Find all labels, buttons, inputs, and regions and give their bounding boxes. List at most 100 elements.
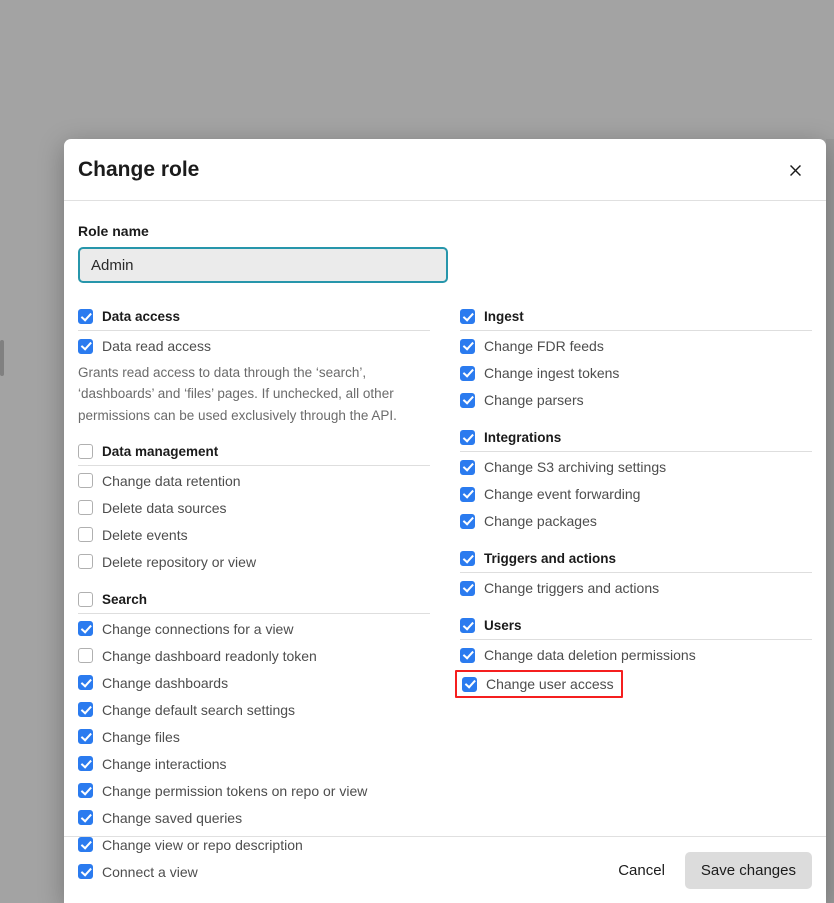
- permission-item-change-parsers[interactable]: Change parsers: [460, 388, 812, 412]
- permission-item-label: Change ingest tokens: [484, 365, 619, 381]
- permission-item-label: Change interactions: [102, 756, 227, 772]
- permission-item-change-packages[interactable]: Change packages: [460, 509, 812, 533]
- change-role-dialog: Change role Role name Data access Data re…: [64, 139, 826, 903]
- checkbox-change-user-access[interactable]: [462, 677, 477, 692]
- checkbox-change-fdr-feeds[interactable]: [460, 339, 475, 354]
- permission-item-change-data-deletion-permissions[interactable]: Change data deletion permissions: [460, 643, 812, 667]
- save-changes-button[interactable]: Save changes: [685, 852, 812, 889]
- close-icon[interactable]: [780, 155, 810, 185]
- checkbox-change-connections-for-a-view[interactable]: [78, 621, 93, 636]
- permission-item-label: Change user access: [486, 676, 614, 692]
- permission-item-change-permission-tokens-on-repo-or-view[interactable]: Change permission tokens on repo or view: [78, 779, 430, 803]
- group-header-integrations[interactable]: Integrations: [460, 430, 812, 452]
- dialog-body: Role name Data access Data read access Gra…: [64, 201, 826, 902]
- permission-item-change-fdr-feeds[interactable]: Change FDR feeds: [460, 334, 812, 358]
- group-header-triggers-and-actions[interactable]: Triggers and actions: [460, 551, 812, 573]
- checkbox-change-data-retention[interactable]: [78, 473, 93, 488]
- dialog-title: Change role: [78, 158, 199, 182]
- permission-item-label: Change triggers and actions: [484, 580, 659, 596]
- checkbox-change-triggers-and-actions[interactable]: [460, 581, 475, 596]
- checkbox-change-parsers[interactable]: [460, 393, 475, 408]
- permission-item-label: Change default search settings: [102, 702, 295, 718]
- cancel-button[interactable]: Cancel: [604, 853, 679, 888]
- permission-item-label: Change S3 archiving settings: [484, 459, 666, 475]
- checkbox-search[interactable]: [78, 592, 93, 607]
- permission-group-triggers-and-actions: Triggers and actions Change triggers and …: [460, 551, 812, 600]
- permission-item-change-dashboards[interactable]: Change dashboards: [78, 671, 430, 695]
- checkbox-change-dashboards[interactable]: [78, 675, 93, 690]
- permission-item-change-default-search-settings[interactable]: Change default search settings: [78, 698, 430, 722]
- permission-item-change-triggers-and-actions[interactable]: Change triggers and actions: [460, 576, 812, 600]
- checkbox-change-files[interactable]: [78, 729, 93, 744]
- permission-item-label: Change FDR feeds: [484, 338, 604, 354]
- group-header-label: Integrations: [484, 430, 561, 445]
- role-name-input[interactable]: [78, 247, 448, 283]
- checkbox-change-ingest-tokens[interactable]: [460, 366, 475, 381]
- permission-item-label: Change dashboard readonly token: [102, 648, 317, 664]
- permissions-right-column: Ingest Change FDR feeds Change ingest toke…: [460, 309, 812, 902]
- permission-item-change-dashboard-readonly-token[interactable]: Change dashboard readonly token: [78, 644, 430, 668]
- role-name-label: Role name: [78, 223, 812, 239]
- permission-item-change-ingest-tokens[interactable]: Change ingest tokens: [460, 361, 812, 385]
- permission-item-data-read-access[interactable]: Data read access: [78, 334, 430, 358]
- permission-item-delete-data-sources[interactable]: Delete data sources: [78, 496, 430, 520]
- group-header-data-access[interactable]: Data access: [78, 309, 430, 331]
- checkbox-change-dashboard-readonly-token[interactable]: [78, 648, 93, 663]
- permission-item-label: Change files: [102, 729, 180, 745]
- permission-group-ingest: Ingest Change FDR feeds Change ingest toke…: [460, 309, 812, 412]
- permission-item-label: Change dashboards: [102, 675, 228, 691]
- permission-item-change-s3-archiving-settings[interactable]: Change S3 archiving settings: [460, 455, 812, 479]
- permission-item-change-connections-for-a-view[interactable]: Change connections for a view: [78, 617, 430, 641]
- group-header-search[interactable]: Search: [78, 592, 430, 614]
- permission-item-label: Delete data sources: [102, 500, 227, 516]
- checkbox-change-event-forwarding[interactable]: [460, 487, 475, 502]
- group-description-data-access: Grants read access to data through the ‘…: [78, 362, 408, 426]
- permission-item-change-event-forwarding[interactable]: Change event forwarding: [460, 482, 812, 506]
- group-header-users[interactable]: Users: [460, 618, 812, 640]
- permission-item-delete-repository-or-view[interactable]: Delete repository or view: [78, 550, 430, 574]
- page-scrollbar[interactable]: [0, 340, 4, 376]
- permission-item-label: Change data deletion permissions: [484, 647, 696, 663]
- checkbox-data-read-access[interactable]: [78, 339, 93, 354]
- checkbox-integrations[interactable]: [460, 430, 475, 445]
- checkbox-change-saved-queries[interactable]: [78, 810, 93, 825]
- group-header-data-management[interactable]: Data management: [78, 444, 430, 466]
- dialog-header: Change role: [64, 139, 826, 201]
- permission-item-label: Change data retention: [102, 473, 241, 489]
- checkbox-ingest[interactable]: [460, 309, 475, 324]
- checkbox-change-packages[interactable]: [460, 514, 475, 529]
- permission-group-data-management: Data management Change data retention Dele…: [78, 444, 430, 574]
- permission-item-label: Change saved queries: [102, 810, 242, 826]
- permission-item-change-saved-queries[interactable]: Change saved queries: [78, 806, 430, 830]
- permission-item-delete-events[interactable]: Delete events: [78, 523, 430, 547]
- permission-item-label: Change event forwarding: [484, 486, 640, 502]
- permission-item-label: Change connections for a view: [102, 621, 293, 637]
- close-icon-glyph: [787, 162, 804, 179]
- checkbox-change-permission-tokens-on-repo-or-view[interactable]: [78, 783, 93, 798]
- checkbox-change-default-search-settings[interactable]: [78, 702, 93, 717]
- permission-item-label: Delete events: [102, 527, 188, 543]
- checkbox-change-interactions[interactable]: [78, 756, 93, 771]
- checkbox-change-s3-archiving-settings[interactable]: [460, 460, 475, 475]
- permission-item-change-files[interactable]: Change files: [78, 725, 430, 749]
- permission-item-label: Data read access: [102, 338, 211, 354]
- modal-right-edge: [826, 139, 834, 903]
- checkbox-change-data-deletion-permissions[interactable]: [460, 648, 475, 663]
- checkbox-data-access[interactable]: [78, 309, 93, 324]
- group-header-label: Search: [102, 592, 147, 607]
- checkbox-delete-data-sources[interactable]: [78, 500, 93, 515]
- permission-item-change-interactions[interactable]: Change interactions: [78, 752, 430, 776]
- group-header-label: Data access: [102, 309, 180, 324]
- group-header-label: Data management: [102, 444, 218, 459]
- group-header-label: Users: [484, 618, 522, 633]
- checkbox-data-management[interactable]: [78, 444, 93, 459]
- group-header-ingest[interactable]: Ingest: [460, 309, 812, 331]
- permission-item-change-user-access[interactable]: Change user access: [455, 670, 623, 698]
- permission-item-change-data-retention[interactable]: Change data retention: [78, 469, 430, 493]
- permissions-left-column: Data access Data read access Grants read a…: [78, 309, 430, 902]
- checkbox-triggers-and-actions[interactable]: [460, 551, 475, 566]
- checkbox-users[interactable]: [460, 618, 475, 633]
- checkbox-delete-events[interactable]: [78, 527, 93, 542]
- checkbox-delete-repository-or-view[interactable]: [78, 554, 93, 569]
- permission-item-label: Change permission tokens on repo or view: [102, 783, 367, 799]
